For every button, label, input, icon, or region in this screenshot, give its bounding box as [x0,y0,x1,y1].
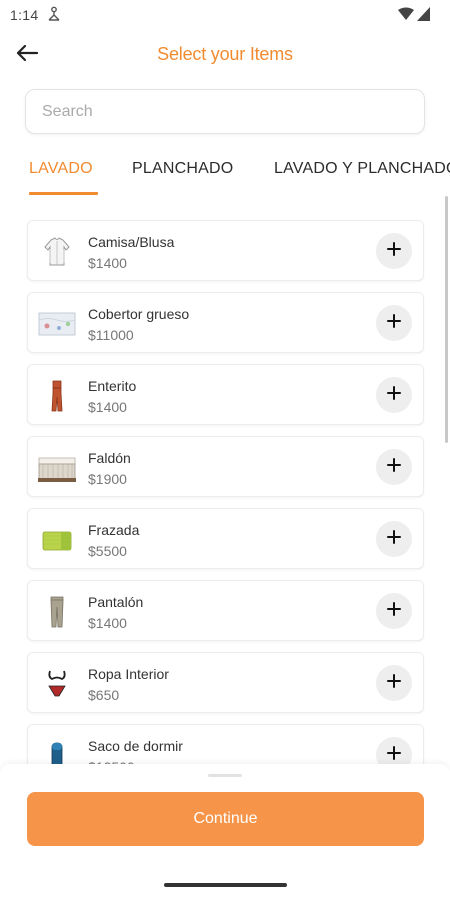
tab-lavado-y-planchado[interactable]: LAVADO Y PLANCHADO [274,160,450,178]
blanket-icon [38,521,76,559]
shirt-icon [38,233,76,271]
item-name: Frazada [88,522,140,538]
bed-skirt-icon [38,449,76,487]
add-item-button[interactable] [376,305,412,341]
add-item-button[interactable] [376,233,412,269]
item-price: $1400 [88,399,127,415]
item-price: $1900 [88,471,127,487]
page-title: Select your Items [157,44,293,64]
pants-icon [38,593,76,631]
item-list[interactable]: Camisa/Blusa $1400 Cobertor grueso $1100… [0,214,450,770]
plus-icon [387,313,401,333]
item-name: Ropa Interior [88,666,169,682]
list-item[interactable]: Faldón $1900 [27,436,424,497]
person-icon [46,6,62,27]
plus-icon [387,601,401,621]
gesture-nav-handle[interactable] [164,883,287,887]
list-item[interactable]: Camisa/Blusa $1400 [27,220,424,281]
plus-icon [387,745,401,765]
search-input[interactable] [26,90,424,133]
list-item[interactable]: Ropa Interior $650 [27,652,424,713]
plus-icon [387,529,401,549]
add-item-button[interactable] [376,377,412,413]
item-price: $1400 [88,615,127,631]
add-item-button[interactable] [376,665,412,701]
item-price: $650 [88,687,120,703]
signal-icon [417,7,430,26]
sheet-handle[interactable] [208,774,242,777]
item-name: Pantalón [88,594,144,610]
add-item-button[interactable] [376,449,412,485]
item-name: Cobertor grueso [88,306,190,322]
plus-icon [387,673,401,693]
item-price: $1400 [88,255,127,271]
category-tabs: LAVADO PLANCHADO LAVADO Y PLANCHADO [0,152,450,198]
status-icons [398,7,430,26]
add-item-button[interactable] [376,593,412,629]
tab-planchado[interactable]: PLANCHADO [132,160,233,178]
item-name: Camisa/Blusa [88,234,175,250]
tab-lavado[interactable]: LAVADO [29,160,93,178]
app-bar: Select your Items [0,30,450,80]
item-price: $5500 [88,543,127,559]
wifi-icon [398,7,414,26]
jumpsuit-icon [38,377,76,415]
status-bar: 1:14 [0,0,450,30]
plus-icon [387,457,401,477]
list-item[interactable]: Enterito $1400 [27,364,424,425]
continue-button[interactable]: Continue [27,792,424,846]
item-price: $11000 [88,327,134,343]
item-name: Saco de dormir [88,738,183,754]
item-name: Enterito [88,378,137,394]
add-item-button[interactable] [376,521,412,557]
list-item[interactable]: Cobertor grueso $11000 [27,292,424,353]
tab-indicator [29,192,98,195]
plus-icon [387,241,401,261]
list-item[interactable]: Pantalón $1400 [27,580,424,641]
list-item[interactable]: Frazada $5500 [27,508,424,569]
search-box[interactable] [25,89,425,134]
comforter-icon [38,305,76,343]
plus-icon [387,385,401,405]
scrollbar[interactable] [445,196,448,443]
item-name: Faldón [88,450,131,466]
underwear-icon [38,665,76,703]
status-time: 1:14 [10,7,39,23]
